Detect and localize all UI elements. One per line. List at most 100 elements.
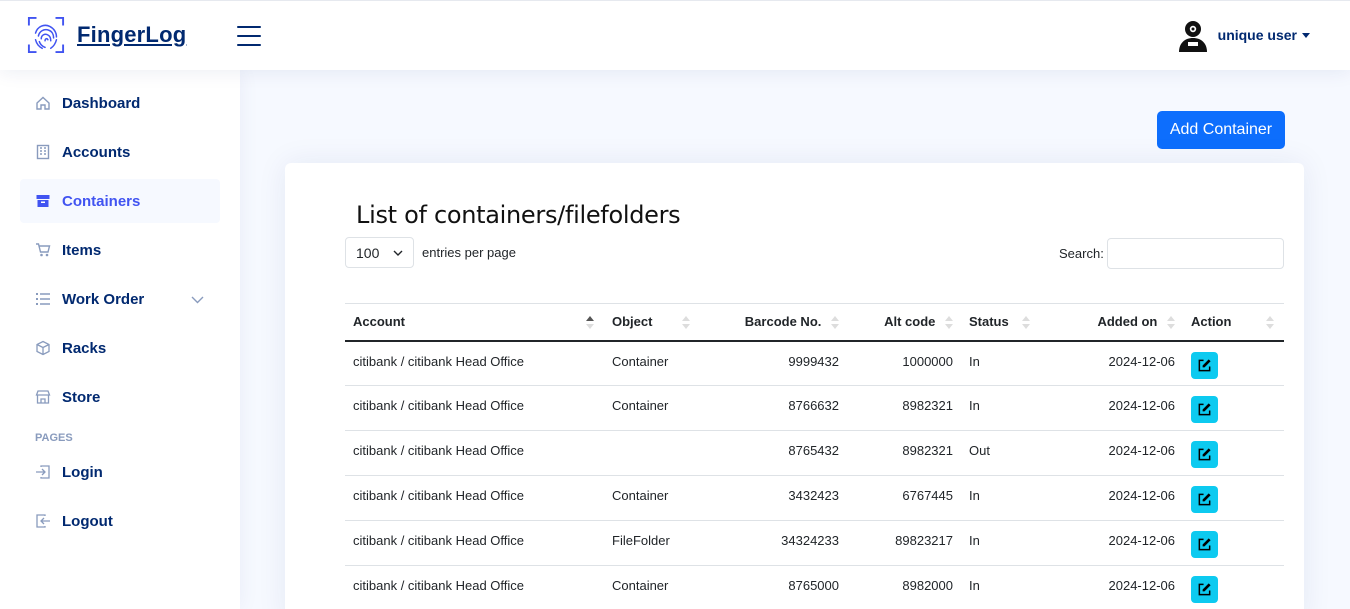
sidebar-item-racks[interactable]: Racks	[20, 326, 220, 370]
sidebar-item-label: Logout	[62, 512, 113, 530]
edit-icon	[1198, 538, 1211, 551]
cell-added-on: 2024-12-06	[1040, 430, 1183, 476]
edit-button[interactable]	[1191, 576, 1218, 603]
cell-action	[1183, 430, 1284, 476]
cell-barcode: 3432423	[700, 475, 847, 521]
cell-account: citibank / citibank Head Office	[345, 340, 604, 386]
archive-box-icon	[36, 195, 50, 207]
login-icon	[36, 465, 50, 479]
search-input[interactable]	[1107, 238, 1284, 269]
containers-table: Account Object Barcode No. Alt code Stat…	[345, 303, 1284, 609]
sidebar-item-label: Dashboard	[62, 94, 141, 112]
column-header-added-on[interactable]: Added on	[1040, 303, 1183, 342]
cell-alt-code: 8982000	[847, 565, 961, 609]
cart-icon	[36, 243, 51, 257]
box-icon	[36, 340, 50, 356]
cell-added-on: 2024-12-06	[1040, 475, 1183, 521]
edit-button[interactable]	[1191, 486, 1218, 513]
cell-action	[1183, 475, 1284, 521]
column-header-status[interactable]: Status	[961, 303, 1040, 342]
cell-added-on: 2024-12-06	[1040, 340, 1183, 386]
top-header: FingerLog unique user	[0, 0, 1350, 70]
sidebar-item-label: Accounts	[62, 143, 131, 161]
entries-per-page-select[interactable]: 100	[345, 237, 414, 268]
cell-barcode: 8766632	[700, 385, 847, 431]
sidebar-item-label: Store	[62, 388, 101, 406]
column-header-action[interactable]: Action	[1183, 303, 1284, 342]
sort-icon	[831, 316, 839, 330]
user-name: unique user	[1217, 27, 1297, 43]
cell-status: In	[961, 475, 1040, 521]
app-logo[interactable]: FingerLog	[27, 16, 186, 54]
table-row: citibank / citibank Head Office 8765432 …	[345, 430, 1284, 476]
cell-object: FileFolder	[604, 520, 700, 566]
sidebar-item-accounts[interactable]: Accounts	[20, 130, 220, 174]
column-header-barcode[interactable]: Barcode No.	[700, 303, 847, 342]
sidebar-item-logout[interactable]: Logout	[20, 499, 220, 543]
cell-object: Container	[604, 340, 700, 386]
cell-status: In	[961, 385, 1040, 431]
sort-icon	[682, 316, 690, 329]
cell-added-on: 2024-12-06	[1040, 385, 1183, 431]
cell-action	[1183, 520, 1284, 566]
sidebar-item-label: Containers	[62, 192, 141, 210]
edit-icon	[1198, 403, 1211, 416]
sidebar-item-dashboard[interactable]: Dashboard	[20, 81, 220, 125]
sidebar-item-login[interactable]: Login	[20, 450, 220, 494]
edit-button[interactable]	[1191, 396, 1218, 423]
cell-account: citibank / citibank Head Office	[345, 430, 604, 476]
cell-barcode: 8765432	[700, 430, 847, 476]
add-container-button[interactable]: Add Container	[1157, 111, 1285, 149]
cell-object: Container	[604, 565, 700, 609]
cell-barcode: 9999432	[700, 340, 847, 386]
search-label: Search:	[1059, 246, 1104, 261]
chevron-down-icon	[191, 296, 204, 304]
cell-object: Container	[604, 475, 700, 521]
sort-ascending-icon	[586, 316, 594, 329]
sidebar-item-containers[interactable]: Containers	[20, 179, 220, 223]
column-header-alt-code[interactable]: Alt code	[847, 303, 961, 342]
containers-card: List of containers/filefolders 100 entri…	[285, 163, 1304, 609]
sidebar-item-work-order[interactable]: Work Order	[20, 277, 220, 321]
cell-action	[1183, 340, 1284, 386]
sidebar-item-label: Login	[62, 463, 103, 481]
user-menu[interactable]: unique user	[1176, 18, 1310, 52]
sidebar-item-items[interactable]: Items	[20, 228, 220, 272]
sidebar-item-label: Work Order	[62, 290, 145, 308]
cell-alt-code: 8982321	[847, 430, 961, 476]
edit-button[interactable]	[1191, 531, 1218, 558]
table-row: citibank / citibank Head Office Containe…	[345, 475, 1284, 521]
cell-alt-code: 6767445	[847, 475, 961, 521]
table-row: citibank / citibank Head Office Containe…	[345, 565, 1284, 609]
cell-object: Container	[604, 385, 700, 431]
hamburger-menu-icon[interactable]	[237, 26, 261, 48]
entries-per-page-label: entries per page	[422, 245, 516, 260]
sort-icon	[945, 316, 953, 330]
cell-status: In	[961, 565, 1040, 609]
caret-down-icon	[1302, 32, 1310, 38]
shop-icon	[35, 390, 51, 404]
entries-per-page: 100 entries per page	[345, 237, 516, 268]
cell-status: In	[961, 340, 1040, 386]
cell-barcode: 34324233	[700, 520, 847, 566]
cell-object	[604, 430, 700, 476]
avatar	[1178, 21, 1207, 52]
cell-action	[1183, 565, 1284, 609]
chevron-down-icon	[393, 250, 403, 256]
edit-icon	[1198, 358, 1211, 371]
column-header-account[interactable]: Account	[345, 303, 604, 342]
cell-action	[1183, 385, 1284, 431]
cell-account: citibank / citibank Head Office	[345, 385, 604, 431]
sidebar-item-store[interactable]: Store	[20, 375, 220, 419]
sort-icon	[1167, 316, 1175, 330]
sidebar-heading-pages: PAGES	[35, 432, 73, 444]
column-header-object[interactable]: Object	[604, 303, 700, 342]
edit-button[interactable]	[1191, 441, 1218, 468]
building-icon	[36, 144, 50, 160]
fingerprint-logo-icon	[27, 16, 65, 54]
edit-button[interactable]	[1191, 351, 1218, 379]
table-header-row: Account Object Barcode No. Alt code Stat…	[345, 303, 1284, 342]
cell-account: citibank / citibank Head Office	[345, 565, 604, 609]
cell-alt-code: 89823217	[847, 520, 961, 566]
entries-per-page-value: 100	[356, 244, 380, 261]
